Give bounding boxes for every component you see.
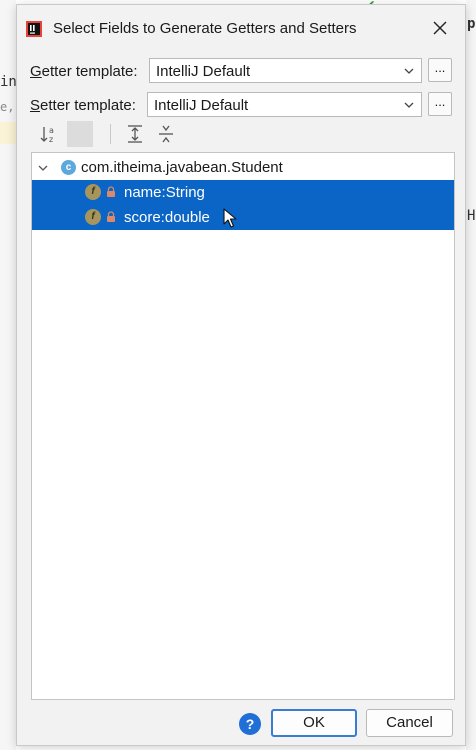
setter-template-value: IntelliJ Default: [154, 97, 249, 114]
field-icon: f: [85, 209, 101, 225]
close-icon: [433, 21, 447, 35]
toggle-icon: [67, 121, 93, 147]
ide-background-right: [466, 0, 476, 750]
collapse-all-button[interactable]: [153, 121, 179, 147]
getter-template-select[interactable]: IntelliJ Default: [149, 58, 422, 83]
svg-text:z: z: [49, 135, 53, 144]
ide-line-highlight: [0, 122, 16, 144]
mouse-cursor-icon: [223, 208, 237, 228]
ide-code-fragment: p: [467, 16, 476, 32]
generate-getters-setters-dialog: Select Fields to Generate Getters and Se…: [16, 4, 466, 746]
chevron-down-icon: [404, 102, 414, 108]
collapse-all-icon: [159, 125, 173, 143]
sort-alpha-icon: a z: [40, 126, 54, 144]
setter-template-more-button[interactable]: ...: [428, 92, 452, 116]
ide-code-fragment: H: [467, 208, 476, 224]
setter-template-select[interactable]: IntelliJ Default: [147, 92, 422, 117]
toolbar-separator: [110, 124, 111, 144]
help-button[interactable]: ?: [239, 713, 261, 735]
svg-text:a: a: [49, 126, 54, 135]
chevron-down-icon[interactable]: [37, 162, 49, 174]
toggle-button[interactable]: [67, 121, 93, 147]
ide-code-fragment: in: [0, 74, 17, 90]
field-icon: f: [85, 184, 101, 200]
tree-root-row[interactable]: c com.itheima.javabean.Student: [32, 155, 454, 180]
fields-tree[interactable]: c com.itheima.javabean.Student f name:St…: [31, 152, 455, 700]
expand-all-icon: [128, 125, 142, 143]
lock-icon: [107, 211, 115, 222]
tree-field-label: score:double: [124, 209, 210, 226]
expand-all-button[interactable]: [122, 121, 148, 147]
lock-icon: [107, 186, 115, 197]
class-icon: c: [61, 160, 76, 175]
getter-template-more-button[interactable]: ...: [428, 58, 452, 82]
intellij-icon: [26, 21, 42, 37]
chevron-down-icon: [404, 68, 414, 74]
ide-code-fragment: e,: [0, 100, 15, 114]
dialog-title: Select Fields to Generate Getters and Se…: [53, 20, 357, 37]
sort-alphabetically-button[interactable]: a z: [36, 121, 62, 147]
tree-field-label: name:String: [124, 184, 205, 201]
ok-button[interactable]: OK: [271, 709, 357, 737]
tree-field-row[interactable]: f name:String: [32, 180, 454, 205]
setter-template-label: Setter template:: [30, 97, 136, 114]
getter-template-value: IntelliJ Default: [156, 63, 251, 80]
getter-template-label: Getter template:: [30, 63, 138, 80]
tree-field-row[interactable]: f score:double: [32, 205, 454, 230]
cancel-button[interactable]: Cancel: [366, 709, 453, 737]
tree-root-label: com.itheima.javabean.Student: [81, 159, 283, 176]
close-button[interactable]: [429, 17, 451, 39]
title-bar: Select Fields to Generate Getters and Se…: [17, 5, 465, 51]
